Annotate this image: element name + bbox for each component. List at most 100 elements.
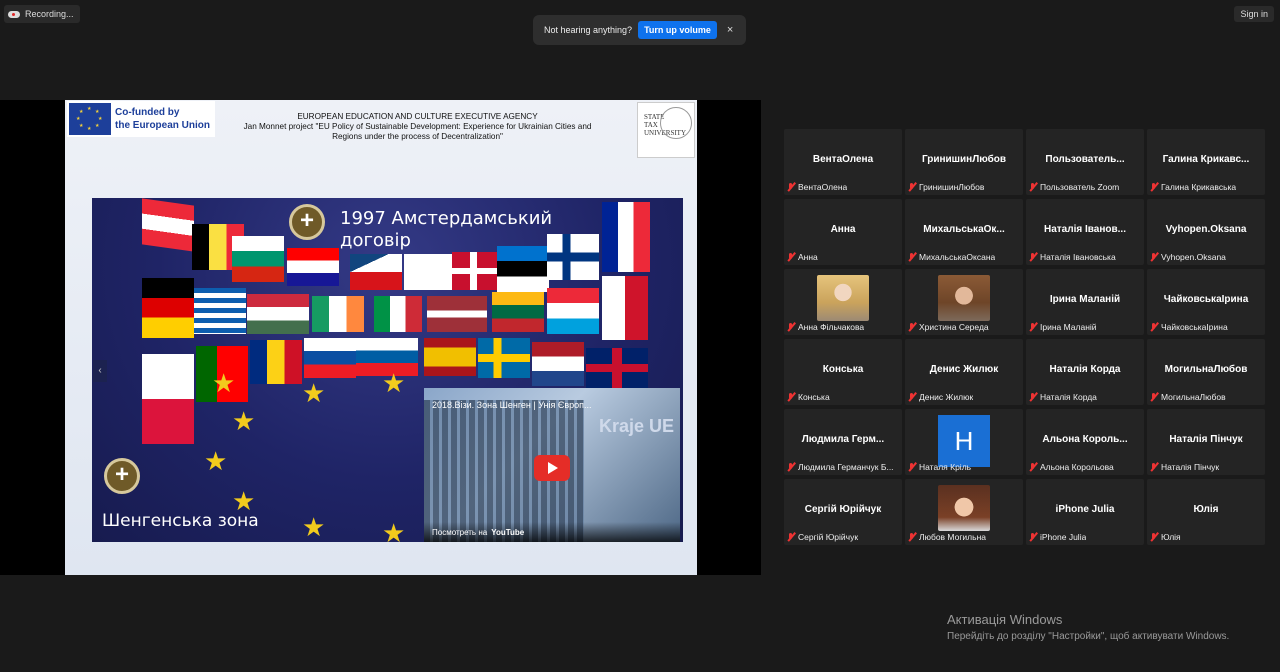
heading-amsterdam: 1997 Амстердамський договір <box>340 208 553 251</box>
participant-display-name: Сергій Юрійчук <box>804 504 882 515</box>
participant-name: ГринишинЛюбов <box>919 182 985 192</box>
participant-tile[interactable]: ВентаОлена ВентаОлена <box>784 129 902 195</box>
flag-malta-icon <box>602 276 648 340</box>
muted-mic-icon <box>907 322 916 332</box>
participant-tile[interactable]: Анна Анна <box>784 199 902 265</box>
participant-tile[interactable]: Анна Фільчакова <box>784 269 902 335</box>
muted-mic-icon <box>907 182 916 192</box>
flag-luxembourg-icon <box>547 288 599 334</box>
sign-in-button[interactable]: Sign in <box>1234 6 1274 22</box>
participant-name: Анна <box>798 252 818 262</box>
participant-display-name: ЧайковськаІрина <box>1163 294 1249 305</box>
muted-mic-icon <box>1149 462 1158 472</box>
participant-tile[interactable]: Наталія Корда Наталія Корда <box>1026 339 1144 405</box>
participant-tile[interactable]: Конська Конська <box>784 339 902 405</box>
close-icon[interactable]: × <box>727 24 733 36</box>
participant-tile[interactable]: ГринишинЛюбов ГринишинЛюбов <box>905 129 1023 195</box>
university-seal-icon <box>660 107 692 139</box>
muted-mic-icon <box>1028 252 1037 262</box>
participant-tile[interactable]: Vyhopen.Oksana Vyhopen.Oksana <box>1147 199 1265 265</box>
muted-mic-icon <box>1028 392 1037 402</box>
participant-name-label: Денис Жилюк <box>907 391 973 403</box>
participant-name: Сергій Юрійчук <box>798 532 859 542</box>
participant-name: Наталія Івановська <box>1040 252 1116 262</box>
participant-name-label: ВентаОлена <box>786 181 847 193</box>
flag-bulgaria-icon <box>232 236 284 282</box>
participant-tile[interactable]: Христина Середа <box>905 269 1023 335</box>
participant-name-label: iPhone Julia <box>1028 531 1086 543</box>
flag-spain-icon <box>424 338 476 376</box>
muted-mic-icon <box>907 532 916 542</box>
embedded-video[interactable]: 2018.Візи. Зона Шенген | Унія Європ... K… <box>424 388 680 542</box>
participant-tile[interactable]: Наталія Пінчук Наталія Пінчук <box>1147 409 1265 475</box>
eu-logo-line2: the European Union <box>115 120 210 131</box>
participant-name: Юлія <box>1161 532 1181 542</box>
flag-netherlands-icon <box>532 342 584 386</box>
participant-display-name: Наталія Іванов... <box>1044 224 1126 235</box>
participant-name: Пользователь Zoom <box>1040 182 1120 192</box>
participant-tile[interactable]: ЧайковськаІрина ЧайковськаІрина <box>1147 269 1265 335</box>
muted-mic-icon <box>786 392 795 402</box>
participant-tile[interactable]: Пользователь... Пользователь Zoom <box>1026 129 1144 195</box>
heading-schengen: Шенгенська зона <box>102 511 259 531</box>
participant-tile[interactable]: Галина Крикавс... Галина Крикавська <box>1147 129 1265 195</box>
participant-display-name: МихальськаОк... <box>923 224 1005 235</box>
participant-name-label: Наталія Корда <box>1028 391 1097 403</box>
participant-tile[interactable]: Любов Могильна <box>905 479 1023 545</box>
flag-sweden-icon <box>478 338 530 378</box>
recording-label: Recording... <box>25 9 74 19</box>
expand-plus-button[interactable]: + <box>104 458 140 494</box>
participant-tile[interactable]: Сергій Юрійчук Сергій Юрійчук <box>784 479 902 545</box>
flag-romania-icon <box>250 340 302 384</box>
participant-tile[interactable]: МихальськаОк... МихальськаОксана <box>905 199 1023 265</box>
eu-flag-icon: ★ ★ ★ ★ ★ ★ ★ ★ <box>69 103 111 135</box>
flag-slovakia-icon <box>304 338 356 378</box>
participant-tile[interactable]: Денис Жилюк Денис Жилюк <box>905 339 1023 405</box>
flag-finland-icon <box>547 234 599 280</box>
eu-flags-graphic: + 1997 Амстердамський договір ★ ★ ★ ★ ★ … <box>92 198 683 542</box>
participant-tile[interactable]: МогильнаЛюбов МогильнаЛюбов <box>1147 339 1265 405</box>
participant-display-name: Юлія <box>1193 504 1219 515</box>
muted-mic-icon <box>786 252 795 262</box>
participant-tile[interactable]: Альона Король... Альона Корольова <box>1026 409 1144 475</box>
expand-plus-button[interactable]: + <box>289 204 325 240</box>
participant-name-label: Пользователь Zoom <box>1028 181 1119 193</box>
participant-display-name: ГринишинЛюбов <box>921 154 1007 165</box>
participant-tile[interactable]: H Наталя Кріль <box>905 409 1023 475</box>
muted-mic-icon <box>907 462 916 472</box>
participant-name: Людмила Германчук Б... <box>798 462 894 472</box>
participant-display-name: Альона Король... <box>1042 434 1128 445</box>
flag-cyprus-icon <box>404 254 456 290</box>
flag-poland-icon <box>142 354 194 444</box>
participant-tile[interactable]: Юлія Юлія <box>1147 479 1265 545</box>
participant-name: ВентаОлена <box>798 182 848 192</box>
participant-display-name: Ірина Маланій <box>1049 294 1121 305</box>
video-title[interactable]: 2018.Візи. Зона Шенген | Унія Європ... <box>432 400 592 410</box>
flag-greece-icon <box>194 288 246 334</box>
participant-display-name: Людмила Герм... <box>801 434 885 445</box>
participant-name-label: ГринишинЛюбов <box>907 181 984 193</box>
recording-indicator[interactable]: Recording... <box>4 5 80 23</box>
participant-display-name: iPhone Julia <box>1055 504 1115 515</box>
video-overlay-text: Kraje UE <box>598 416 674 436</box>
participant-tile[interactable]: Ірина Маланій Ірина Маланій <box>1026 269 1144 335</box>
participant-name: Денис Жилюк <box>919 392 974 402</box>
participant-name: Любов Могильна <box>919 532 986 542</box>
play-icon[interactable] <box>534 455 570 481</box>
participant-video <box>938 485 990 531</box>
turn-up-volume-button[interactable]: Turn up volume <box>638 21 717 39</box>
flag-estonia-icon <box>497 246 549 292</box>
participant-name-label: МогильнаЛюбов <box>1149 391 1226 403</box>
participant-tile[interactable]: Людмила Герм... Людмила Германчук Б... <box>784 409 902 475</box>
participant-name-label: Анна Фільчакова <box>786 321 864 333</box>
agency-header: EUROPEAN EDUCATION AND CULTURE EXECUTIVE… <box>215 112 620 142</box>
participant-tile[interactable]: iPhone Julia iPhone Julia <box>1026 479 1144 545</box>
participant-video <box>817 275 869 321</box>
flag-czechia-icon <box>350 254 402 290</box>
participant-name: Анна Фільчакова <box>798 322 865 332</box>
participant-tile[interactable]: Наталія Іванов... Наталія Івановська <box>1026 199 1144 265</box>
watch-on-youtube-link[interactable]: Посмотреть на YouTube <box>424 522 680 542</box>
participant-name: Христина Середа <box>919 322 989 332</box>
muted-mic-icon <box>1028 532 1037 542</box>
slide-nav-prev-button[interactable]: ‹ <box>93 360 107 382</box>
